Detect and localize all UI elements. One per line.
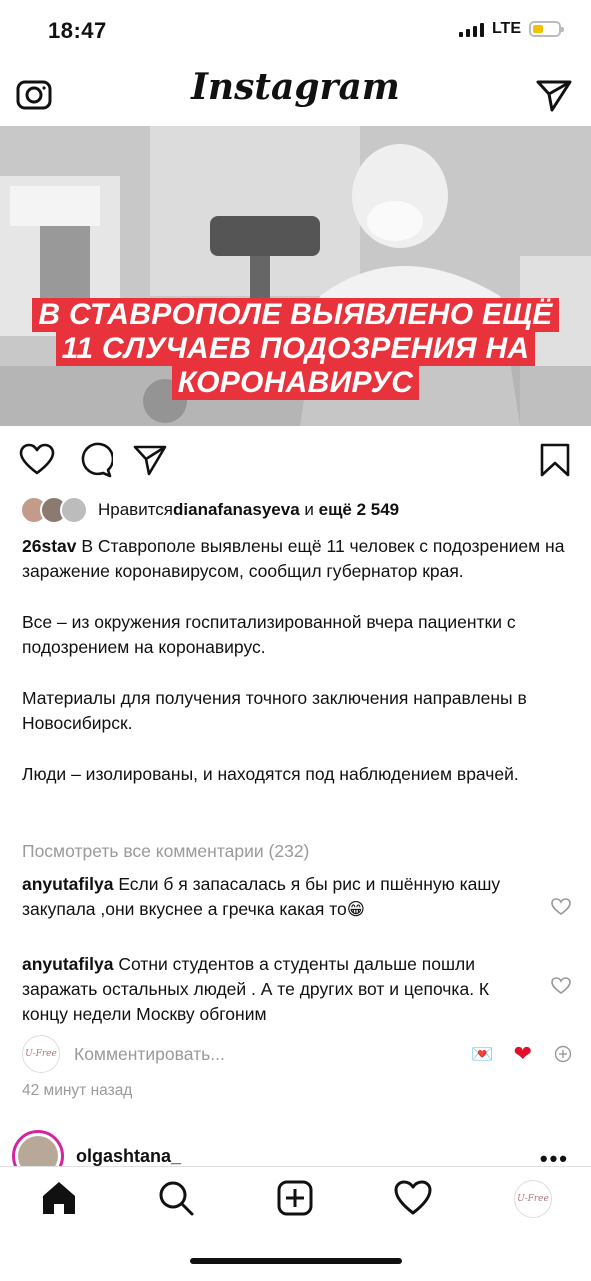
comment-like-heart-icon[interactable] [551, 897, 571, 917]
caption-author[interactable]: 26stav [22, 536, 77, 556]
likes-prefix: Нравится [98, 500, 174, 519]
view-all-comments-link[interactable]: Посмотреть все комментарии (232) [22, 841, 309, 862]
signal-icon [458, 21, 484, 37]
post-caption: 26stav В Ставрополе выявлены ещё 11 чело… [22, 534, 572, 787]
quick-heart-button[interactable]: ❤ [514, 1041, 532, 1067]
caption-paragraph: Материалы для получения точного заключен… [22, 688, 527, 733]
avatar [60, 496, 88, 524]
profile-avatar[interactable]: U-Free [514, 1180, 552, 1218]
post-headline: В СТАВРОПОЛЕ ВЫЯВЛЕНО ЕЩЁ 11 СЛУЧАЕВ ПОД… [0, 298, 591, 400]
share-icon[interactable] [132, 442, 168, 478]
post-timestamp: 42 минут назад [22, 1082, 133, 1099]
instagram-logo: Instagram [191, 66, 400, 108]
caption-paragraph: Люди – изолированы, и находятся под набл… [22, 764, 519, 784]
caption-text: В Ставрополе выявлены ещё 11 человек с п… [22, 536, 565, 581]
add-emoji-icon[interactable] [554, 1045, 572, 1063]
comment-input[interactable]: Комментировать... [74, 1044, 471, 1065]
comment-like-heart-icon[interactable] [551, 976, 571, 996]
activity-heart-icon[interactable] [393, 1178, 433, 1218]
like-heart-icon[interactable] [19, 442, 55, 478]
comment-user[interactable]: anyutafilya [22, 954, 113, 974]
liker-avatars [20, 496, 88, 524]
caption-paragraph: Все – из окружения госпитализированной в… [22, 612, 516, 657]
status-indicators: LTE [458, 20, 564, 38]
comment-emoji: 😁 [346, 899, 366, 919]
status-time: 18:47 [48, 18, 107, 43]
send-icon[interactable] [534, 74, 574, 114]
add-post-icon[interactable] [275, 1178, 315, 1218]
home-indicator [190, 1258, 402, 1264]
headline-line: КОРОНАВИРУС [171, 366, 420, 400]
comment-item: anyutafilya Если б я запасалась я бы рис… [22, 872, 532, 922]
likes-middle: и [299, 500, 319, 519]
headline-line: В СТАВРОПОЛЕ ВЫЯВЛЕНО ЕЩЁ [32, 298, 559, 332]
add-comment-row[interactable]: U-Free Комментировать... 💌 ❤ [22, 1034, 572, 1074]
home-icon[interactable] [39, 1178, 79, 1218]
next-post-username[interactable]: olgashtana_ [76, 1146, 181, 1167]
comment-item: anyutafilya Сотни студентов а студенты д… [22, 952, 532, 1027]
battery-icon [529, 21, 564, 37]
likes-count[interactable]: ещё 2 549 [319, 500, 400, 520]
search-icon[interactable] [156, 1178, 196, 1218]
likes-row[interactable]: Нравится dianafanasyeva и ещё 2 549 [20, 496, 399, 524]
headline-line: 11 СЛУЧАЕВ ПОДОЗРЕНИЯ НА [55, 332, 536, 366]
network-type: LTE [491, 20, 521, 37]
avatar: U-Free [22, 1035, 60, 1073]
comment-icon[interactable] [77, 442, 113, 478]
quick-emoji-button[interactable]: 💌 [471, 1044, 493, 1065]
likes-user[interactable]: dianafanasyeva [173, 500, 300, 520]
bookmark-icon[interactable] [537, 442, 573, 478]
comment-user[interactable]: anyutafilya [22, 874, 113, 894]
